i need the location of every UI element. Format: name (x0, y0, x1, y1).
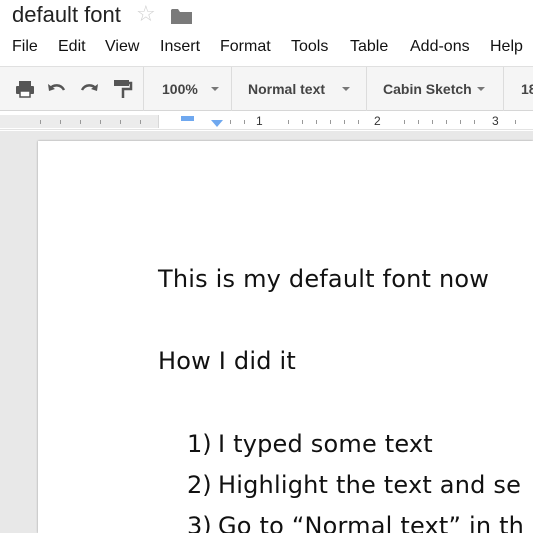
list-item[interactable]: Highlight the text and se (218, 471, 521, 499)
chevron-down-icon (211, 87, 219, 91)
ruler-tick (344, 120, 345, 124)
list-item[interactable]: Go to “Normal text” in th (218, 512, 524, 533)
star-icon[interactable]: ☆ (136, 4, 158, 26)
menu-table[interactable]: Table (350, 38, 388, 56)
toolbar-separator (231, 67, 232, 111)
print-icon[interactable] (14, 79, 36, 99)
document-title[interactable]: default font (12, 2, 121, 28)
ruler-tick (40, 120, 41, 124)
menu-help[interactable]: Help (490, 38, 523, 56)
ruler-tick (288, 120, 289, 124)
folder-icon[interactable] (171, 8, 192, 25)
menu-format[interactable]: Format (220, 38, 271, 56)
font-size-dropdown[interactable]: 18 (521, 81, 533, 97)
list-number: 2) (187, 471, 212, 499)
chevron-down-icon (342, 87, 350, 91)
document-heading-2[interactable]: How I did it (158, 347, 296, 375)
ruler-label: 2 (374, 114, 381, 128)
list-number: 3) (187, 512, 212, 533)
ruler-tick (244, 120, 245, 124)
zoom-dropdown[interactable]: 100% (162, 81, 198, 97)
ruler-margin (0, 115, 158, 128)
ruler: 1 2 3 (0, 112, 533, 130)
menu-edit[interactable]: Edit (58, 38, 86, 56)
ruler-tick (100, 120, 101, 124)
ruler-tick (418, 120, 419, 124)
toolbar-separator (503, 67, 504, 111)
ruler-tick (515, 120, 516, 124)
ruler-label: 3 (492, 114, 499, 128)
document-heading-1[interactable]: This is my default font now (158, 265, 489, 293)
toolbar-separator (143, 67, 144, 111)
style-dropdown[interactable]: Normal text (248, 81, 325, 97)
ruler-tick (330, 120, 331, 124)
list-item[interactable]: I typed some text (218, 430, 433, 458)
ruler-tick (432, 120, 433, 124)
ruler-tick (140, 120, 141, 124)
ruler-label: 1 (256, 114, 263, 128)
redo-icon[interactable] (78, 79, 100, 99)
ruler-tick (404, 120, 405, 124)
ruler-tick (120, 120, 121, 124)
toolbar: 100% Normal text Cabin Sketch 18 (0, 66, 533, 111)
title-bar: default font ☆ (0, 0, 533, 34)
toolbar-separator (366, 67, 367, 111)
first-line-indent-handle[interactable] (181, 116, 194, 121)
document-page[interactable]: This is my default font now How I did it… (38, 141, 533, 533)
paint-format-icon[interactable] (111, 79, 133, 99)
chevron-down-icon (477, 87, 485, 91)
menu-view[interactable]: View (105, 38, 139, 56)
ruler-tick (80, 120, 81, 124)
left-indent-handle[interactable] (211, 120, 223, 127)
undo-icon[interactable] (46, 79, 68, 99)
menu-insert[interactable]: Insert (160, 38, 200, 56)
ruler-tick (316, 120, 317, 124)
ruler-tick (460, 120, 461, 124)
menu-add-ons[interactable]: Add-ons (410, 38, 470, 56)
ruler-tick (474, 120, 475, 124)
menu-file[interactable]: File (12, 38, 38, 56)
ruler-tick (230, 120, 231, 124)
ruler-tick (358, 120, 359, 124)
menu-bar: File Edit View Insert Format Tools Table… (0, 36, 533, 60)
menu-tools[interactable]: Tools (291, 38, 328, 56)
ruler-tick (302, 120, 303, 124)
font-dropdown[interactable]: Cabin Sketch (383, 81, 472, 97)
ruler-tick (60, 120, 61, 124)
list-number: 1) (187, 430, 212, 458)
ruler-tick (446, 120, 447, 124)
